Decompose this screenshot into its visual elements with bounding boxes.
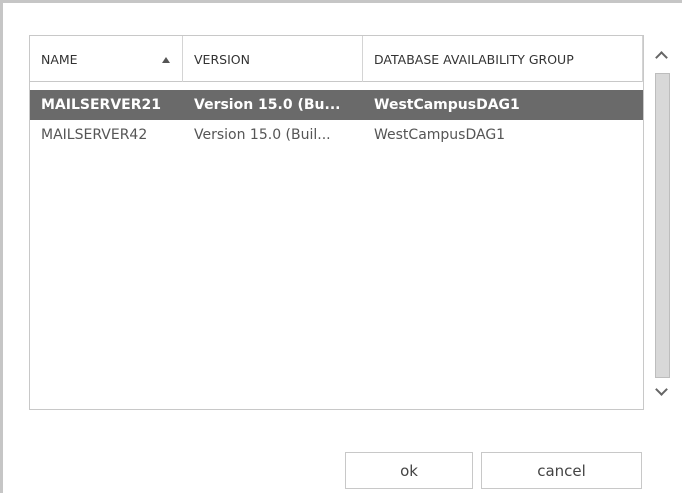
column-header-version-label: VERSION xyxy=(194,51,250,67)
chevron-down-icon[interactable] xyxy=(655,383,668,396)
list-body: MAILSERVER21 Version 15.0 (Bu... WestCam… xyxy=(30,90,643,150)
scrollbar-thumb[interactable] xyxy=(655,73,670,378)
cancel-button[interactable]: cancel xyxy=(481,452,642,489)
vertical-scrollbar[interactable] xyxy=(654,43,670,411)
cell-name: MAILSERVER42 xyxy=(41,127,148,143)
cell-name: MAILSERVER21 xyxy=(41,97,161,113)
table-row[interactable]: MAILSERVER21 Version 15.0 (Bu... WestCam… xyxy=(30,90,643,120)
cell-version: Version 15.0 (Bu... xyxy=(194,97,341,113)
column-header-name-label: NAME xyxy=(41,51,78,67)
column-header-version[interactable]: VERSION xyxy=(183,36,363,82)
cell-dag: WestCampusDAG1 xyxy=(374,97,520,113)
list-header: NAME VERSION DATABASE AVAILABILITY GROUP xyxy=(30,36,643,82)
column-header-name[interactable]: NAME xyxy=(30,36,183,82)
sort-ascending-icon xyxy=(162,57,170,63)
server-list: NAME VERSION DATABASE AVAILABILITY GROUP… xyxy=(29,35,644,410)
table-row[interactable]: MAILSERVER42 Version 15.0 (Buil... WestC… xyxy=(30,120,643,150)
cell-dag: WestCampusDAG1 xyxy=(374,127,506,143)
column-header-dag-label: DATABASE AVAILABILITY GROUP xyxy=(374,51,574,67)
ok-button[interactable]: ok xyxy=(345,452,473,489)
column-header-dag[interactable]: DATABASE AVAILABILITY GROUP xyxy=(363,36,643,82)
chevron-up-icon[interactable] xyxy=(655,51,668,64)
select-server-dialog: NAME VERSION DATABASE AVAILABILITY GROUP… xyxy=(0,0,682,493)
cell-version: Version 15.0 (Buil... xyxy=(194,127,331,143)
